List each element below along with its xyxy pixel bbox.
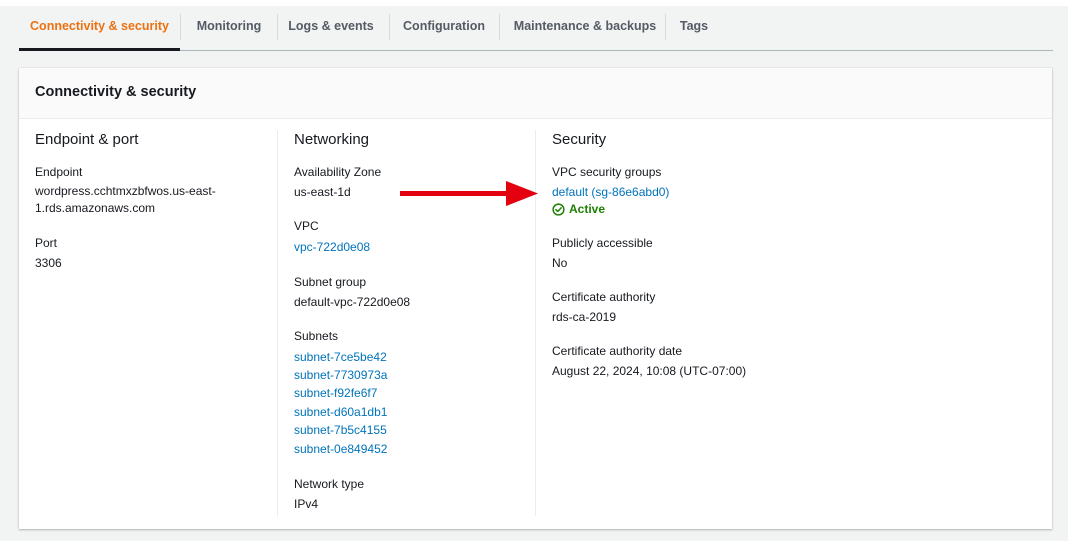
- subnet-group-value: default-vpc-722d0e08: [294, 295, 411, 309]
- vpc-link[interactable]: vpc-722d0e08: [294, 240, 370, 254]
- availability-zone-value: us-east-1d: [294, 185, 351, 199]
- certificate-authority-label: Certificate authority: [552, 290, 656, 304]
- certificate-authority-date-label: Certificate authority date: [552, 344, 683, 358]
- port-label: Port: [35, 236, 58, 250]
- subnet-link[interactable]: subnet-d60a1db1: [294, 405, 387, 419]
- subnet-link[interactable]: subnet-7ce5be42: [294, 350, 387, 364]
- subnet-link[interactable]: subnet-7730973a: [294, 368, 387, 382]
- publicly-accessible-label: Publicly accessible: [552, 236, 653, 250]
- panel-title: Connectivity & security: [35, 84, 197, 100]
- tab-divider: [180, 14, 181, 40]
- networking-title: Networking: [294, 131, 370, 148]
- endpoint-port-column: Endpoint & port Endpoint wordpress.cchtm…: [35, 118, 275, 529]
- tab-monitoring[interactable]: Monitoring: [187, 6, 271, 50]
- network-type-label: Network type: [294, 477, 365, 491]
- tab-configuration[interactable]: Configuration: [396, 6, 492, 50]
- endpoint-label: Endpoint: [35, 165, 83, 179]
- subnet-link[interactable]: subnet-0e849452: [294, 442, 387, 456]
- panel-header: Connectivity & security: [19, 68, 1052, 119]
- status-text: Active: [569, 202, 606, 216]
- tab-divider: [389, 14, 390, 40]
- publicly-accessible-value: No: [552, 256, 568, 270]
- certificate-authority-date-value: August 22, 2024, 10:08 (UTC-07:00): [552, 364, 747, 378]
- vpc-label: VPC: [294, 219, 319, 233]
- check-circle-icon: [552, 202, 565, 216]
- status-badge: Active: [552, 202, 605, 216]
- subnet-link[interactable]: subnet-f92fe6f7: [294, 386, 377, 400]
- vpc-security-groups-label: VPC security groups: [552, 165, 662, 179]
- subnet-link[interactable]: subnet-7b5c4155: [294, 423, 387, 437]
- certificate-authority-value: rds-ca-2019: [552, 310, 617, 324]
- security-column: Security VPC security groups default (sg…: [552, 118, 1032, 529]
- endpoint-value-line1: wordpress.cchtmxzbfwos.us-east-: [35, 184, 216, 198]
- tab-divider: [499, 14, 500, 40]
- security-group-link[interactable]: default (sg-86e6abd0): [552, 185, 669, 199]
- endpoint-value-line2: 1.rds.amazonaws.com: [35, 201, 156, 215]
- network-type-value: IPv4: [294, 497, 319, 511]
- tab-connectivity-security[interactable]: Connectivity & security: [19, 6, 180, 51]
- red-arrow-icon: [400, 181, 538, 206]
- tab-divider: [665, 14, 666, 40]
- subnet-group-label: Subnet group: [294, 275, 367, 289]
- availability-zone-label: Availability Zone: [294, 165, 382, 179]
- security-title: Security: [552, 131, 607, 148]
- tab-tags[interactable]: Tags: [674, 6, 714, 50]
- tab-divider: [277, 14, 278, 40]
- subnets-label: Subnets: [294, 329, 339, 343]
- column-divider: [277, 130, 278, 516]
- tab-logs-events[interactable]: Logs & events: [284, 6, 378, 50]
- tab-bar: Connectivity & security Monitoring Logs …: [19, 6, 1053, 51]
- connectivity-security-panel: Connectivity & security Endpoint & port …: [19, 68, 1052, 529]
- endpoint-port-title: Endpoint & port: [35, 131, 139, 148]
- tab-maintenance-backups[interactable]: Maintenance & backups: [506, 6, 664, 50]
- port-value: 3306: [35, 256, 62, 270]
